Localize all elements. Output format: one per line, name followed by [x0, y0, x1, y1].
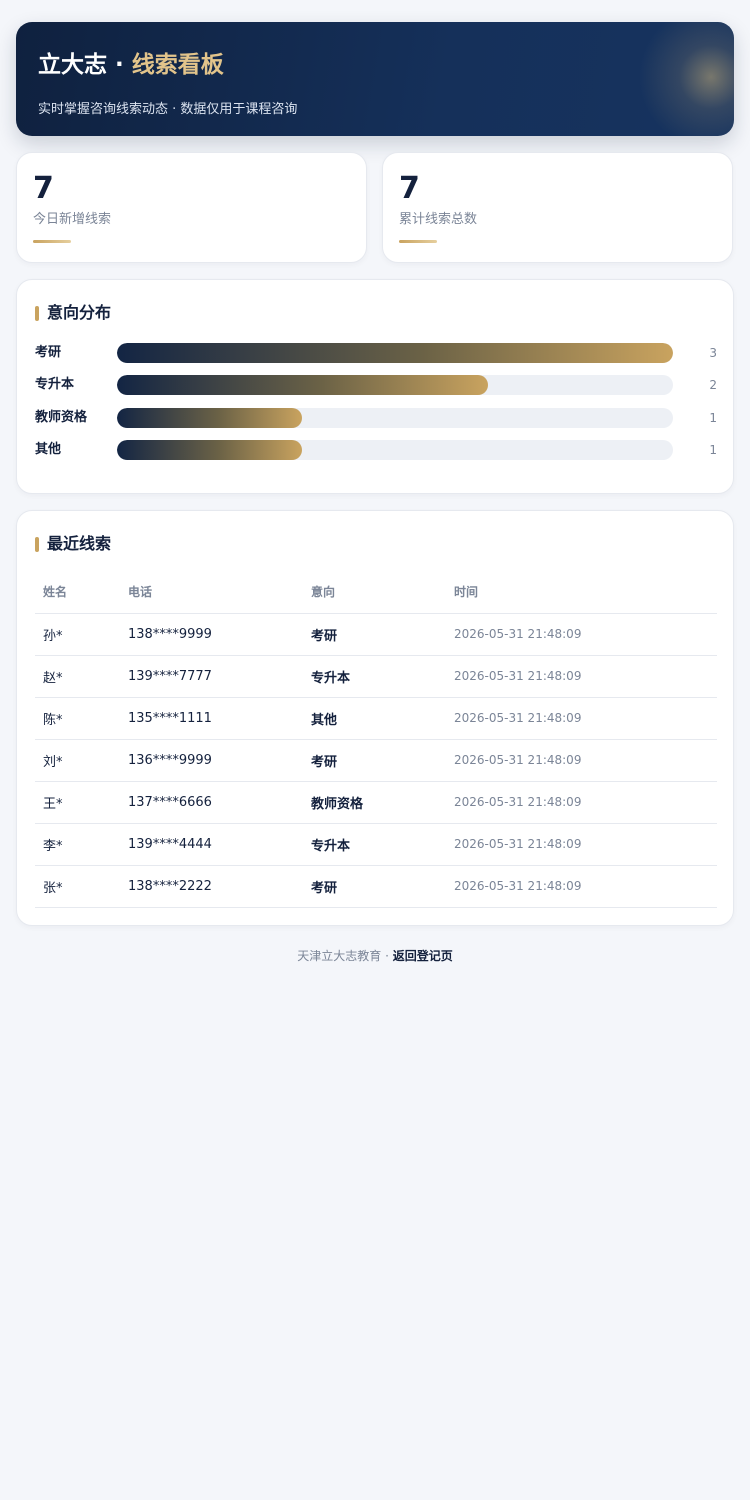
bar-count: 1	[709, 443, 717, 457]
cell-time: 2026-05-31 21:48:09	[446, 613, 717, 656]
stat-value-total: 7	[399, 171, 420, 206]
cell-intent: 其他	[303, 697, 446, 740]
cell-name: 张*	[35, 865, 120, 908]
cell-intent: 考研	[303, 613, 446, 656]
back-to-register-link[interactable]: 返回登记页	[393, 949, 453, 963]
table-row: 孙* 138****9999 考研 2026-05-31 21:48:09	[35, 613, 717, 656]
column-header-name: 姓名	[35, 571, 120, 614]
table-row: 赵* 139****7777 专升本 2026-05-31 21:48:09	[35, 655, 717, 698]
footer-org: 天津立大志教育 ·	[297, 949, 393, 963]
table-row: 陈* 135****1111 其他 2026-05-31 21:48:09	[35, 697, 717, 740]
stat-card-today: 7 今日新增线索	[16, 152, 367, 263]
dashboard-page: 立大志 · 线索看板 实时掌握咨询线索动态 · 数据仅用于课程咨询 7 今日新增…	[0, 0, 750, 1500]
cell-intent: 考研	[303, 865, 446, 908]
bar-label: 其他	[35, 442, 62, 457]
stat-accent-line	[399, 240, 437, 243]
page-title: 立大志 · 线索看板	[38, 50, 224, 80]
intent-distribution-card: 意向分布 考研 3 专升本 2 教师资格 1 其他 1	[16, 279, 734, 494]
cell-intent: 考研	[303, 739, 446, 782]
cell-name: 王*	[35, 781, 120, 824]
bar-track	[117, 375, 673, 395]
bar-row: 专升本 2	[35, 374, 717, 396]
bar-fill	[117, 440, 303, 460]
cell-intent: 教师资格	[303, 781, 446, 824]
page-footer: 天津立大志教育 · 返回登记页	[0, 946, 750, 966]
bar-fill	[117, 343, 673, 363]
section-title-leads: 最近线索	[35, 534, 111, 554]
page-subtitle: 实时掌握咨询线索动态 · 数据仅用于课程咨询	[38, 102, 298, 117]
stat-label-total: 累计线索总数	[399, 212, 478, 227]
brand-name: 立大志 ·	[38, 52, 132, 78]
cell-time: 2026-05-31 21:48:09	[446, 655, 717, 698]
bar-track	[117, 343, 673, 363]
bar-row: 其他 1	[35, 439, 717, 461]
bar-track	[117, 440, 673, 460]
banner-glow-decoration	[636, 22, 734, 136]
cell-phone: 136****9999	[120, 739, 303, 782]
column-header-intent: 意向	[303, 571, 446, 614]
page-title-accent: 线索看板	[131, 52, 224, 78]
bar-row: 考研 3	[35, 342, 717, 364]
bar-track	[117, 408, 673, 428]
cell-name: 陈*	[35, 697, 120, 740]
cell-phone: 139****7777	[120, 655, 303, 698]
bar-count: 1	[709, 411, 717, 425]
table-row: 张* 138****2222 考研 2026-05-31 21:48:09	[35, 865, 717, 908]
table-row: 李* 139****4444 专升本 2026-05-31 21:48:09	[35, 823, 717, 866]
cell-name: 刘*	[35, 739, 120, 782]
table-header-row: 姓名 电话 意向 时间	[35, 571, 717, 614]
cell-phone: 135****1111	[120, 697, 303, 740]
table-row: 王* 137****6666 教师资格 2026-05-31 21:48:09	[35, 781, 717, 824]
cell-name: 孙*	[35, 613, 120, 656]
stat-accent-line	[33, 240, 71, 243]
bar-label: 专升本	[35, 377, 75, 392]
cell-time: 2026-05-31 21:48:09	[446, 697, 717, 740]
section-title-distribution: 意向分布	[35, 303, 111, 323]
cell-time: 2026-05-31 21:48:09	[446, 781, 717, 824]
leads-table: 姓名 电话 意向 时间 孙* 138****9999 考研 2026-05-31…	[35, 571, 717, 908]
bar-count: 2	[709, 378, 717, 392]
stat-label-today: 今日新增线索	[33, 212, 112, 227]
bar-fill	[117, 408, 303, 428]
column-header-time: 时间	[446, 571, 717, 614]
recent-leads-card: 最近线索 姓名 电话 意向 时间 孙* 138****9999 考研 2026-…	[16, 510, 734, 926]
cell-intent: 专升本	[303, 655, 446, 698]
bar-fill	[117, 375, 488, 395]
bar-label: 考研	[35, 345, 62, 360]
bar-count: 3	[709, 346, 717, 360]
stat-value-today: 7	[33, 171, 54, 206]
header-banner: 立大志 · 线索看板 实时掌握咨询线索动态 · 数据仅用于课程咨询	[16, 22, 734, 136]
cell-name: 赵*	[35, 655, 120, 698]
cell-phone: 138****9999	[120, 613, 303, 656]
cell-phone: 139****4444	[120, 823, 303, 866]
cell-time: 2026-05-31 21:48:09	[446, 865, 717, 908]
cell-name: 李*	[35, 823, 120, 866]
cell-phone: 137****6666	[120, 781, 303, 824]
stat-card-total: 7 累计线索总数	[382, 152, 733, 263]
cell-time: 2026-05-31 21:48:09	[446, 739, 717, 782]
bar-row: 教师资格 1	[35, 407, 717, 429]
cell-phone: 138****2222	[120, 865, 303, 908]
cell-intent: 专升本	[303, 823, 446, 866]
column-header-phone: 电话	[120, 571, 303, 614]
bar-label: 教师资格	[35, 410, 88, 425]
table-row: 刘* 136****9999 考研 2026-05-31 21:48:09	[35, 739, 717, 782]
cell-time: 2026-05-31 21:48:09	[446, 823, 717, 866]
